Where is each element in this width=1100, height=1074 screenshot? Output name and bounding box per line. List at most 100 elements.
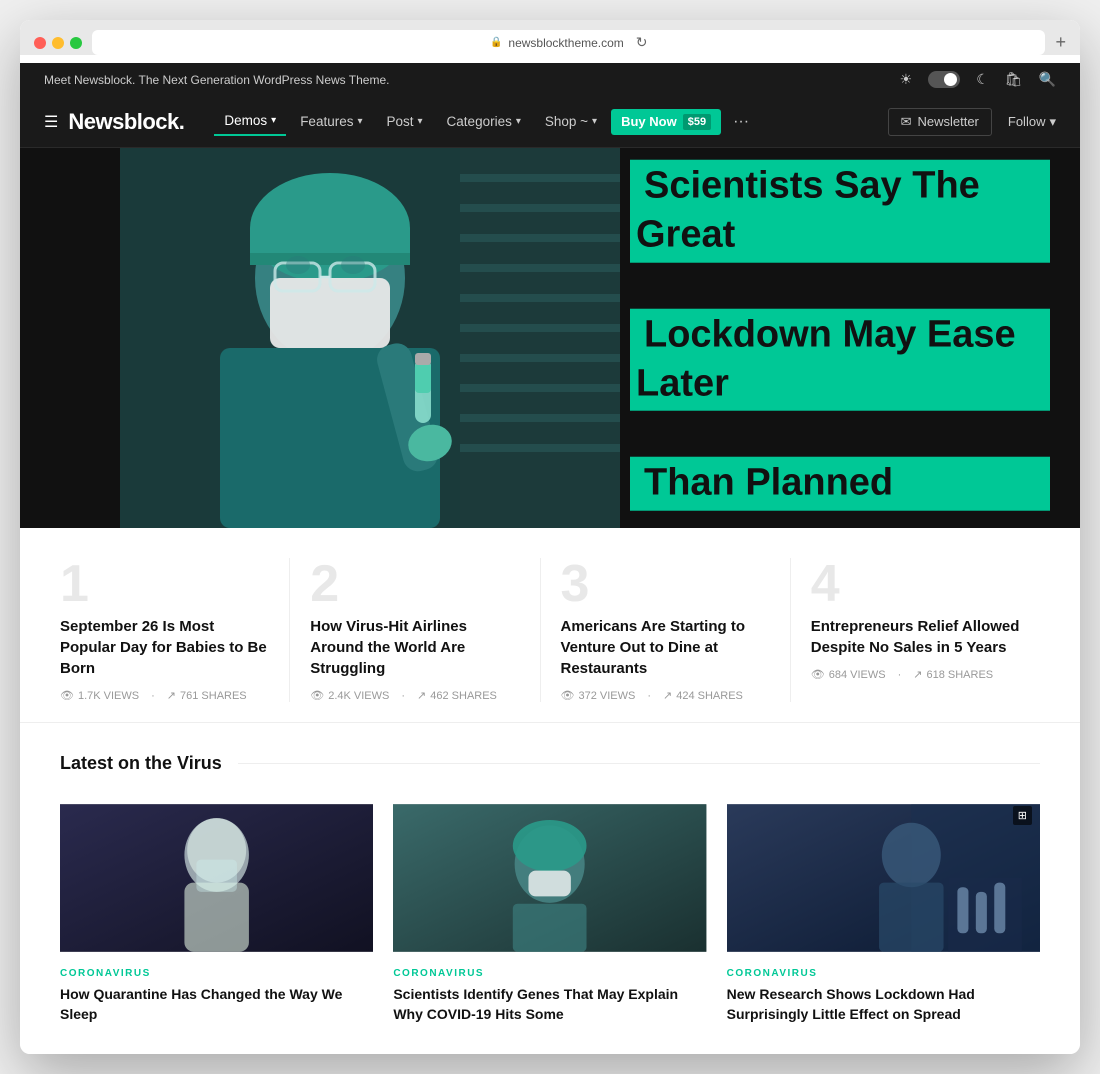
follow-button[interactable]: Follow ▾ <box>1008 114 1056 130</box>
article-category-2: CORONAVIRUS <box>393 968 706 979</box>
nav-logo: ☰ Newsblock. <box>44 109 184 135</box>
trending-item-1[interactable]: 1 September 26 Is Most Popular Day for B… <box>60 558 290 702</box>
article-title-1: How Quarantine Has Changed the Way We Sl… <box>60 985 373 1024</box>
toggle-thumb <box>944 73 957 86</box>
more-options[interactable]: ··· <box>725 113 757 131</box>
views-stat: 👁 2.4K VIEWS <box>310 689 389 702</box>
share-icon: ↗ <box>417 689 426 702</box>
article-thumb-1 <box>60 798 373 958</box>
section-header: Latest on the Virus <box>60 753 1040 774</box>
article-category-1: CORONAVIRUS <box>60 968 373 979</box>
hero-title-line3: Than Planned <box>630 457 1050 510</box>
refresh-icon[interactable]: ↻ <box>636 34 648 51</box>
trending-title-4: Entrepreneurs Relief Allowed Despite No … <box>811 616 1020 658</box>
trending-stats-4: 👁 684 VIEWS · ↗ 618 SHARES <box>811 668 1020 681</box>
views-stat: 👁 684 VIEWS <box>811 668 886 681</box>
top-bar: Meet Newsblock. The Next Generation Word… <box>20 63 1080 96</box>
site-logo[interactable]: Newsblock. <box>68 109 184 135</box>
nav-right: ✉ Newsletter Follow ▾ <box>888 108 1056 136</box>
article-title-2: Scientists Identify Genes That May Expla… <box>393 985 706 1024</box>
minimize-button[interactable] <box>52 37 64 49</box>
trending-section: 1 September 26 Is Most Popular Day for B… <box>20 528 1080 723</box>
chevron-down-icon: ▾ <box>1049 114 1056 130</box>
views-stat: 👁 372 VIEWS <box>561 689 636 702</box>
article-thumb-2 <box>393 798 706 958</box>
hero-title-line1: Scientists Say The Great <box>630 160 1050 263</box>
views-icon: 👁 <box>561 689 575 702</box>
article-image-1 <box>60 798 373 958</box>
browser-window: 🔒 newsblocktheme.com ↻ + Meet Newsblock.… <box>20 20 1080 1054</box>
nav-link-shop[interactable]: Shop ~ ▾ <box>535 108 607 135</box>
share-icon: ↗ <box>913 668 922 681</box>
shares-stat: ↗ 424 SHARES <box>663 689 743 702</box>
views-icon: 👁 <box>310 689 324 702</box>
chevron-down-icon: ▾ <box>418 116 423 127</box>
nav-link-categories[interactable]: Categories ▾ <box>437 108 531 135</box>
expand-icon: ⊞ <box>1013 806 1032 825</box>
top-bar-right: ☀ ☾ 🛍 🔍 <box>900 71 1056 88</box>
navigation: ☰ Newsblock. Demos ▾ Features ▾ Post ▾ C… <box>20 96 1080 148</box>
announcement-text: Meet Newsblock. The Next Generation Word… <box>44 73 389 87</box>
article-card-1[interactable]: CORONAVIRUS How Quarantine Has Changed t… <box>60 798 373 1024</box>
article-title-3: New Research Shows Lockdown Had Surprisi… <box>727 985 1040 1024</box>
nav-link-demos[interactable]: Demos ▾ <box>214 107 286 136</box>
trending-number-3: 3 <box>561 558 770 610</box>
new-tab-button[interactable]: + <box>1055 32 1066 53</box>
article-category-3: CORONAVIRUS <box>727 968 1040 979</box>
views-icon: 👁 <box>60 689 74 702</box>
sun-icon[interactable]: ☀ <box>900 71 913 88</box>
trending-number-2: 2 <box>310 558 519 610</box>
share-icon: ↗ <box>663 689 672 702</box>
nav-links: Demos ▾ Features ▾ Post ▾ Categories ▾ S… <box>214 107 887 136</box>
close-button[interactable] <box>34 37 46 49</box>
trending-stats-3: 👁 372 VIEWS · ↗ 424 SHARES <box>561 689 770 702</box>
hero-content: CORONAVIRUS Scientists Say The Great Loc… <box>630 148 1050 528</box>
site-content: Meet Newsblock. The Next Generation Word… <box>20 63 1080 1054</box>
envelope-icon: ✉ <box>901 114 912 130</box>
hero-illustration <box>120 148 620 528</box>
latest-section: Latest on the Virus <box>20 723 1080 1054</box>
shares-stat: ↗ 618 SHARES <box>913 668 993 681</box>
trending-item-4[interactable]: 4 Entrepreneurs Relief Allowed Despite N… <box>791 558 1040 702</box>
trending-stats-1: 👁 1.7K VIEWS · ↗ 761 SHARES <box>60 689 269 702</box>
dark-mode-toggle[interactable] <box>928 71 960 88</box>
section-divider <box>238 763 1040 764</box>
browser-chrome: 🔒 newsblocktheme.com ↻ + <box>20 20 1080 55</box>
views-stat: 👁 1.7K VIEWS <box>60 689 139 702</box>
hero-image <box>120 148 620 528</box>
trending-item-3[interactable]: 3 Americans Are Starting to Venture Out … <box>541 558 791 702</box>
nav-link-features[interactable]: Features ▾ <box>290 108 372 135</box>
search-icon[interactable]: 🔍 <box>1039 71 1056 88</box>
lock-icon: 🔒 <box>490 37 502 48</box>
trending-stats-2: 👁 2.4K VIEWS · ↗ 462 SHARES <box>310 689 519 702</box>
hamburger-menu[interactable]: ☰ <box>44 112 58 132</box>
article-card-2[interactable]: CORONAVIRUS Scientists Identify Genes Th… <box>393 798 706 1024</box>
trending-title-3: Americans Are Starting to Venture Out to… <box>561 616 770 679</box>
article-card-3[interactable]: ⊞ CORONAVIRUS New Research Shows Lockdow… <box>727 798 1040 1024</box>
trending-number-4: 4 <box>811 558 1020 610</box>
share-icon: ↗ <box>167 689 176 702</box>
trending-number-1: 1 <box>60 558 269 610</box>
views-icon: 👁 <box>811 668 825 681</box>
maximize-button[interactable] <box>70 37 82 49</box>
hero-title[interactable]: Scientists Say The Great Lockdown May Ea… <box>630 160 1050 511</box>
trending-title-2: How Virus-Hit Airlines Around the World … <box>310 616 519 679</box>
nav-link-post[interactable]: Post ▾ <box>377 108 433 135</box>
bag-icon[interactable]: 🛍 <box>1005 71 1023 88</box>
hero-title-line2: Lockdown May Ease Later <box>630 308 1050 411</box>
price-badge: $59 <box>683 114 711 130</box>
buy-now-button[interactable]: Buy Now $59 <box>611 109 721 135</box>
newsletter-button[interactable]: ✉ Newsletter <box>888 108 992 136</box>
moon-icon[interactable]: ☾ <box>976 71 989 88</box>
url-text: newsblocktheme.com <box>508 36 623 50</box>
article-image-3 <box>727 798 1040 958</box>
article-thumb-3: ⊞ <box>727 798 1040 958</box>
traffic-lights <box>34 37 82 49</box>
address-bar[interactable]: 🔒 newsblocktheme.com ↻ <box>92 30 1045 55</box>
trending-item-2[interactable]: 2 How Virus-Hit Airlines Around the Worl… <box>290 558 540 702</box>
section-title: Latest on the Virus <box>60 753 222 774</box>
article-grid: CORONAVIRUS How Quarantine Has Changed t… <box>60 798 1040 1024</box>
shares-stat: ↗ 761 SHARES <box>167 689 247 702</box>
chevron-down-icon: ▾ <box>271 115 276 126</box>
trending-title-1: September 26 Is Most Popular Day for Bab… <box>60 616 269 679</box>
